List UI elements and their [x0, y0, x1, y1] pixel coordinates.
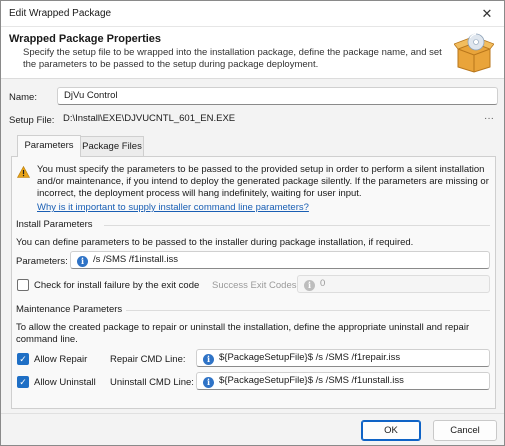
name-label: Name: — [9, 92, 37, 103]
check-exit-code-label[interactable]: Check for install failure by the exit co… — [34, 280, 199, 291]
repair-cmd-label: Repair CMD Line: — [110, 354, 186, 365]
maintenance-description: To allow the created package to repair o… — [16, 322, 470, 345]
browse-button[interactable]: ··· — [484, 111, 494, 127]
install-parameters-title: Install Parameters — [16, 219, 93, 230]
info-icon: i — [203, 354, 214, 365]
info-icon: i — [77, 256, 88, 267]
maintenance-parameters-title: Maintenance Parameters — [16, 304, 123, 315]
repair-cmd-input[interactable]: i ${PackageSetupFile}$ /s /SMS /f1repair.… — [196, 349, 490, 367]
check-exit-code-checkbox[interactable] — [17, 279, 29, 291]
parameters-input[interactable]: i/s /SMS /f1install.iss — [70, 251, 490, 269]
install-description: You can define parameters to be passed t… — [16, 237, 414, 248]
header-description: Specify the setup file to be wrapped int… — [23, 47, 442, 70]
edit-wrapped-package-dialog: Edit Wrapped Package ✕ Wrapped Package P… — [0, 0, 505, 446]
close-icon[interactable]: ✕ — [476, 4, 498, 24]
ok-button[interactable]: OK — [361, 420, 421, 441]
warning-text: You must specify the parameters to be pa… — [37, 164, 489, 199]
window-title: Edit Wrapped Package — [9, 8, 112, 19]
allow-repair-label[interactable]: Allow Repair — [34, 354, 87, 365]
uninstall-cmd-value: ${PackageSetupFile}$ /s /SMS /f1unstall.… — [219, 375, 404, 386]
parameters-label: Parameters: — [16, 256, 68, 267]
dialog-footer: OK Cancel — [1, 413, 504, 445]
allow-uninstall-label[interactable]: Allow Uninstall — [34, 377, 96, 388]
success-exit-codes-label: Success Exit Codes: — [212, 280, 300, 291]
uninstall-cmd-input[interactable]: i ${PackageSetupFile}$ /s /SMS /f1unstall… — [196, 372, 490, 390]
name-field[interactable]: DjVu Control — [57, 87, 498, 105]
uninstall-cmd-label: Uninstall CMD Line: — [110, 377, 194, 388]
divider — [126, 310, 490, 311]
tab-parameters[interactable]: Parameters — [17, 135, 81, 157]
cancel-button[interactable]: Cancel — [433, 420, 497, 441]
setup-file-path: D:\Install\EXE\DJVUCNTL_601_EN.EXE — [63, 113, 236, 124]
success-exit-codes-value: 0 — [320, 278, 326, 289]
info-icon: i — [203, 377, 214, 388]
title-bar: Edit Wrapped Package ✕ — [1, 1, 504, 27]
tab-package-files[interactable]: Package Files — [80, 136, 144, 157]
allow-repair-checkbox[interactable]: ✓ — [17, 353, 29, 365]
parameters-value: /s /SMS /f1install.iss — [93, 254, 178, 265]
allow-uninstall-checkbox[interactable]: ✓ — [17, 376, 29, 388]
header-title: Wrapped Package Properties — [9, 33, 162, 45]
divider — [104, 225, 490, 226]
package-box-icon — [454, 33, 494, 73]
dialog-header: Wrapped Package Properties Specify the s… — [1, 27, 504, 79]
warning-box: You must specify the parameters to be pa… — [17, 164, 492, 216]
repair-cmd-value: ${PackageSetupFile}$ /s /SMS /f1repair.i… — [219, 352, 401, 363]
setup-file-field[interactable]: D:\Install\EXE\DJVUCNTL_601_EN.EXE ··· — [57, 111, 498, 129]
success-exit-codes-input: i0 — [297, 275, 490, 293]
parameters-panel: You must specify the parameters to be pa… — [11, 156, 496, 409]
warning-icon — [17, 166, 30, 178]
help-link[interactable]: Why is it important to supply installer … — [37, 202, 309, 213]
setup-file-label: Setup File: — [9, 115, 55, 126]
info-icon: i — [304, 280, 315, 291]
